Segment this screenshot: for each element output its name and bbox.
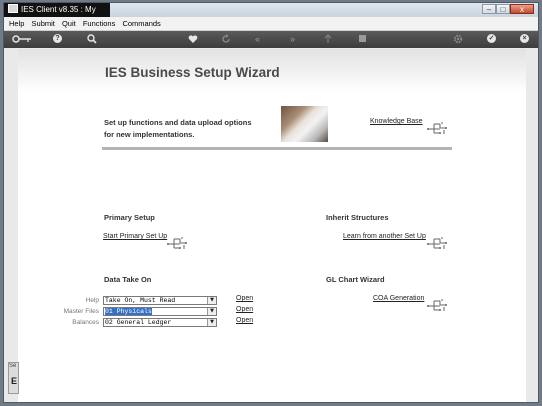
title-tab: IES Client v8.35 : My IES [4,3,110,28]
sidebar-stub-letter: E [11,376,18,386]
network-icon[interactable] [166,236,188,250]
settings-icon[interactable] [453,34,463,47]
minimize-button[interactable]: – [482,4,496,14]
title-bar: IES Client v8.35 : My IES – □ x [4,3,538,28]
help-label: Help [85,297,99,304]
sidebar-stub-label: Se [9,363,17,369]
help-select[interactable]: Take On, Must Read ▼ [103,296,217,305]
upload-icon[interactable] [323,34,333,47]
learn-from-setup-link[interactable]: Learn from another Set Up [343,233,426,240]
menu-help[interactable]: Help [9,19,24,28]
balances-label: Balances [72,319,99,326]
balances-select[interactable]: 02 General Ledger ▼ [103,318,217,327]
menu-quit[interactable]: Quit [62,19,76,28]
chevron-down-icon[interactable]: ▼ [207,319,216,326]
maximize-button[interactable]: □ [496,4,510,14]
inherit-structures-heading: Inherit Structures [326,213,389,222]
intro-line-1: Set up functions and data upload options [104,118,252,127]
key-icon[interactable] [12,34,32,47]
intro-line-2: for new implementations. [104,130,195,139]
primary-setup-heading: Primary Setup [104,213,155,222]
balances-open-link[interactable]: Open [236,317,253,324]
menu-submit[interactable]: Submit [32,19,55,28]
knowledge-base-link[interactable]: Knowledge Base [370,118,423,125]
check-icon[interactable]: ✓ [487,34,496,43]
network-icon[interactable] [426,121,448,135]
master-files-select-value: 01 Physicals [105,308,152,315]
search-icon[interactable] [87,34,97,47]
coa-generation-link[interactable]: COA Generation [373,295,424,302]
start-primary-setup-link[interactable]: Start Primary Set Up [103,233,167,240]
close-button[interactable]: x [510,4,534,14]
wizard-photo [281,106,328,142]
divider [102,147,452,150]
menu-functions[interactable]: Functions [83,19,116,28]
chevron-down-icon[interactable]: ▼ [207,297,216,304]
app-window: IES Client v8.35 : My IES – □ x Help Sub… [3,2,539,403]
close-icon[interactable]: × [520,34,529,43]
page-title: IES Business Setup Wizard [105,65,280,80]
network-icon[interactable] [426,236,448,250]
master-files-open-link[interactable]: Open [236,306,253,313]
menu-bar: Help Submit Quit Functions Commands [4,17,538,31]
refresh-icon[interactable] [221,34,231,47]
chevron-down-icon[interactable]: ▼ [207,308,216,315]
help-select-value: Take On, Must Read [105,297,176,304]
wizard-panel: IES Business Setup Wizard Set up functio… [18,49,526,402]
app-icon [8,4,18,13]
master-files-select[interactable]: 01 Physicals ▼ [103,307,217,316]
master-files-label: Master Files [63,308,99,315]
rewind-icon[interactable]: « [255,34,260,45]
stop-icon[interactable] [358,34,367,46]
toolbar: ? « » ✓ × [4,31,538,48]
sidebar-stub[interactable]: Se E [8,362,19,394]
data-take-on-heading: Data Take On [104,275,152,284]
gl-chart-wizard-heading: GL Chart Wizard [326,275,385,284]
balances-select-value: 02 General Ledger [105,319,172,326]
window-controls: – □ x [482,4,534,15]
menu-commands[interactable]: Commands [122,19,160,28]
forward-icon[interactable]: » [290,34,295,45]
intro-text: Set up functions and data upload options… [104,117,252,141]
help-open-link[interactable]: Open [236,295,253,302]
help-icon[interactable]: ? [53,34,62,43]
network-icon[interactable] [426,298,448,312]
heart-icon[interactable] [188,34,198,47]
